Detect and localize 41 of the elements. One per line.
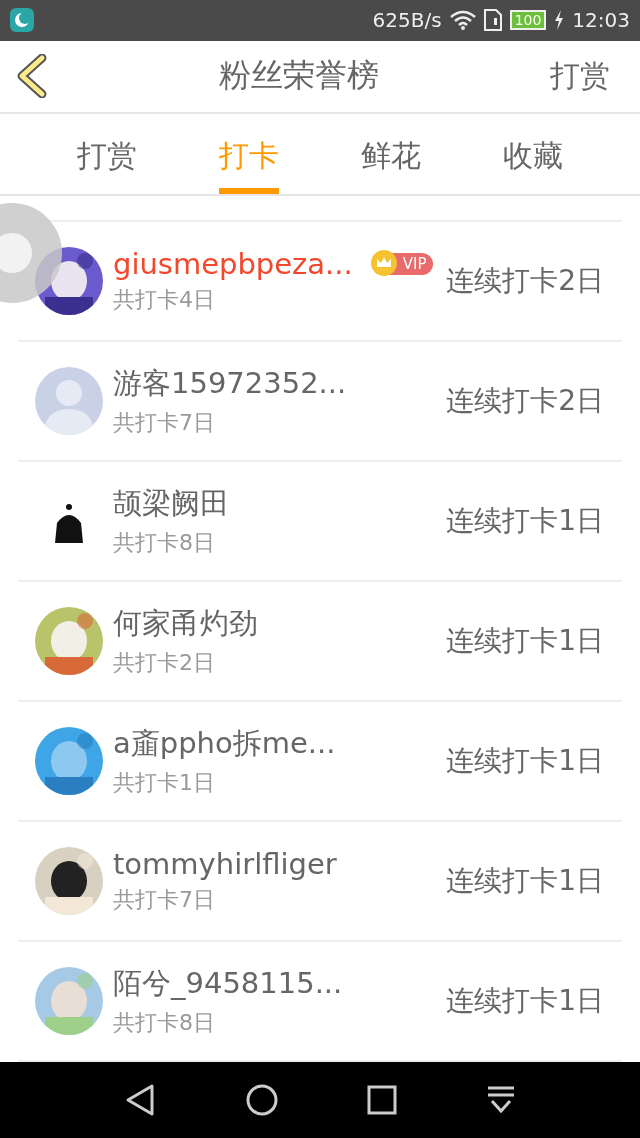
tab[interactable]: 鲜花	[361, 114, 421, 195]
tab[interactable]: 打赏	[77, 114, 137, 195]
streak-days: 连续打卡1日	[446, 861, 622, 900]
total-checkins: 共打卡4日	[113, 285, 216, 314]
recents-nav-icon[interactable]	[367, 1084, 398, 1115]
streak-days: 连续打卡1日	[446, 741, 622, 780]
total-checkins: 共打卡1日	[113, 768, 216, 797]
user-name: giusmepbpeza...	[113, 246, 353, 281]
reward-link[interactable]: 打赏	[550, 55, 610, 97]
total-checkins: 共打卡2日	[113, 648, 216, 677]
charging-icon	[554, 10, 565, 31]
page-title: 粉丝荣誉榜	[218, 55, 380, 97]
battery-level: 100	[509, 10, 547, 31]
streak-days: 连续打卡2日	[446, 261, 622, 300]
crown-icon	[370, 249, 397, 276]
total-checkins: 共打卡8日	[113, 528, 216, 557]
total-checkins: 共打卡7日	[113, 885, 216, 914]
wifi-icon	[449, 10, 476, 31]
streak-days: 连续打卡1日	[446, 981, 622, 1020]
streak-days: 连续打卡1日	[446, 501, 622, 540]
streak-days: 连续打卡1日	[446, 621, 622, 660]
clock-time: 12:03	[572, 8, 630, 33]
user-name: 颉梁阙田	[113, 484, 229, 522]
total-checkins: 共打卡8日	[113, 1008, 216, 1037]
network-speed: 625B/s	[372, 8, 442, 33]
user-name: 何家甬灼劲	[113, 604, 258, 642]
home-nav-icon[interactable]	[244, 1082, 279, 1117]
back-icon[interactable]	[16, 54, 48, 99]
user-name: 陌兮_9458115...	[113, 964, 343, 1002]
total-checkins: 共打卡7日	[113, 408, 216, 437]
sim-alert-icon	[483, 9, 502, 32]
vip-label: VIP	[402, 254, 427, 273]
user-name: tommyhirlfliger	[113, 846, 337, 881]
streak-days: 连续打卡2日	[446, 381, 622, 420]
notification-pull-icon[interactable]	[485, 1084, 516, 1115]
user-name: a齑ppho拆me...	[113, 724, 336, 762]
floating-assist-icon[interactable]	[0, 202, 62, 304]
moon-app-icon	[10, 8, 34, 33]
back-nav-icon[interactable]	[124, 1082, 157, 1117]
tab[interactable]: 收藏	[503, 114, 563, 195]
user-name: 游客15972352...	[113, 364, 347, 402]
